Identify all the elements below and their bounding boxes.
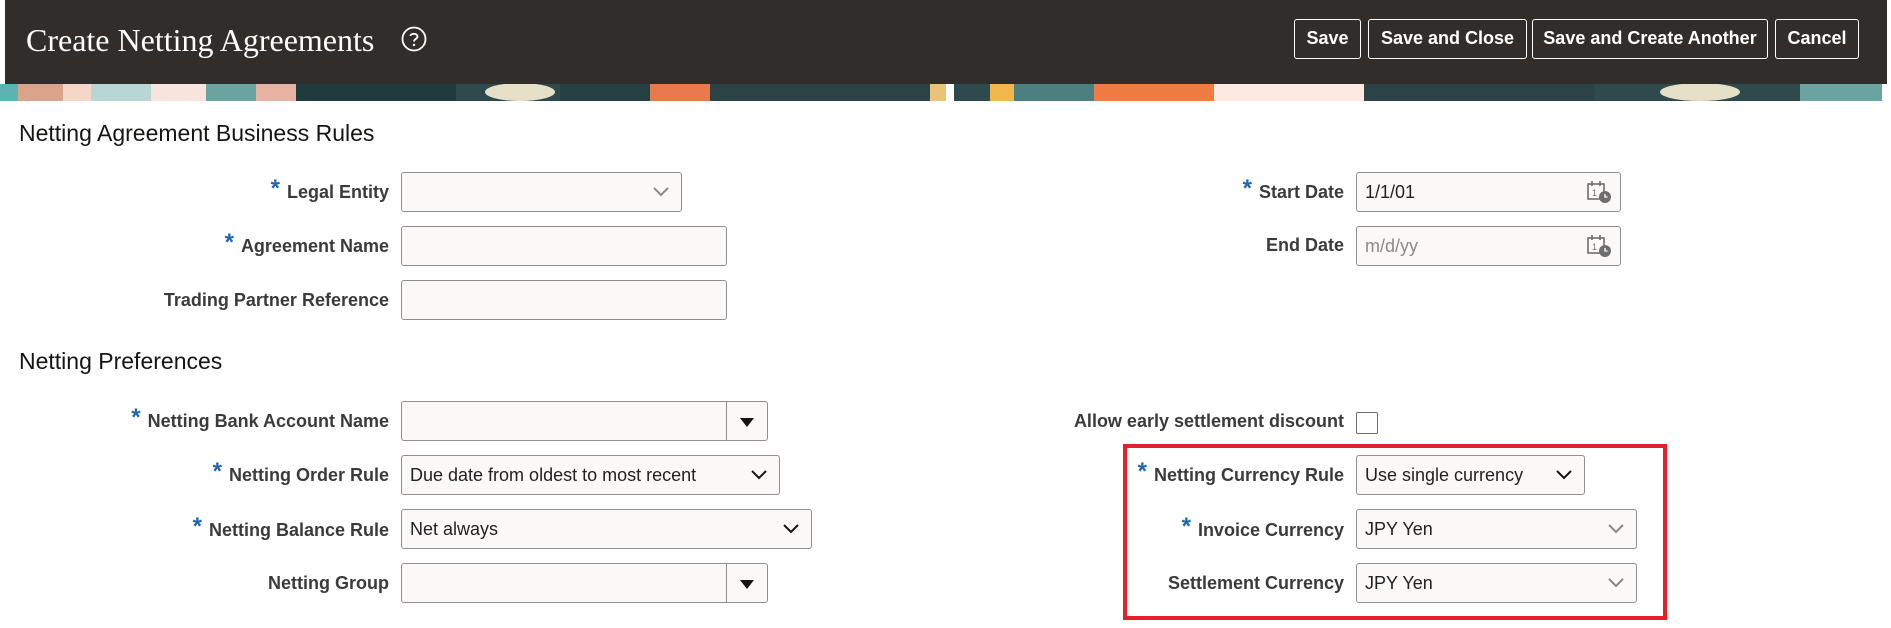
- netting-bank-account-name-label: * Netting Bank Account Name: [131, 404, 389, 432]
- netting-group-label: Netting Group: [268, 573, 389, 593]
- netting-balance-rule-label: * Netting Balance Rule: [192, 513, 389, 541]
- netting-order-rule-select[interactable]: Due date from oldest to most recent: [401, 455, 780, 495]
- chevron-down-icon: [783, 524, 799, 534]
- netting-bank-account-name-combobox[interactable]: [401, 401, 768, 441]
- save-button[interactable]: Save: [1294, 19, 1361, 59]
- required-indicator: *: [212, 458, 222, 485]
- page-header: Create Netting Agreements Save Save and …: [5, 0, 1887, 84]
- banner-pattern-image: [0, 84, 1882, 101]
- svg-text:1: 1: [1592, 188, 1597, 198]
- highlight-box: [1123, 444, 1667, 620]
- save-and-create-another-button[interactable]: Save and Create Another: [1532, 19, 1768, 59]
- netting-group-combobox[interactable]: [401, 563, 768, 603]
- trading-partner-reference-label: Trading Partner Reference: [163, 290, 389, 310]
- legal-entity-label: * Legal Entity: [270, 175, 389, 203]
- chevron-down-icon: [751, 470, 767, 480]
- agreement-name-input[interactable]: [401, 226, 727, 266]
- start-date-input[interactable]: 1/1/01 1: [1356, 172, 1621, 212]
- cancel-button[interactable]: Cancel: [1775, 19, 1859, 59]
- end-date-input[interactable]: m/d/yy 1: [1356, 226, 1621, 266]
- end-date-label: End Date: [1265, 235, 1344, 255]
- netting-order-rule-value: Due date from oldest to most recent: [410, 465, 697, 485]
- svg-text:1: 1: [1592, 242, 1597, 252]
- required-indicator: *: [131, 404, 141, 431]
- help-circle-icon[interactable]: [401, 26, 427, 52]
- required-indicator: *: [1242, 175, 1252, 202]
- save-and-close-button[interactable]: Save and Close: [1368, 19, 1527, 59]
- required-indicator: *: [270, 175, 280, 202]
- trading-partner-reference-input[interactable]: [401, 280, 727, 320]
- triangle-down-icon[interactable]: [726, 402, 767, 440]
- required-indicator: *: [224, 229, 234, 256]
- required-indicator: *: [192, 513, 202, 540]
- netting-balance-rule-value: Net always: [410, 519, 499, 539]
- chevron-down-icon: [653, 187, 669, 197]
- legal-entity-select[interactable]: [401, 172, 682, 212]
- start-date-value: 1/1/01: [1365, 182, 1416, 202]
- netting-balance-rule-select[interactable]: Net always: [401, 509, 812, 549]
- calendar-icon[interactable]: 1: [1586, 180, 1612, 204]
- allow-early-settlement-discount-checkbox[interactable]: [1356, 412, 1378, 434]
- decorative-banner: [0, 84, 1882, 101]
- triangle-down-icon[interactable]: [726, 564, 767, 602]
- netting-order-rule-label: * Netting Order Rule: [212, 458, 389, 486]
- start-date-label: * Start Date: [1242, 175, 1344, 203]
- page-title: Create Netting Agreements: [26, 22, 375, 58]
- calendar-icon[interactable]: 1: [1586, 234, 1612, 258]
- end-date-placeholder: m/d/yy: [1365, 236, 1419, 256]
- agreement-name-label: * Agreement Name: [224, 229, 389, 257]
- allow-early-settlement-discount-label: Allow early settlement discount: [1073, 411, 1344, 431]
- section-title-business-rules: Netting Agreement Business Rules: [19, 120, 375, 146]
- section-title-netting-preferences: Netting Preferences: [19, 348, 223, 374]
